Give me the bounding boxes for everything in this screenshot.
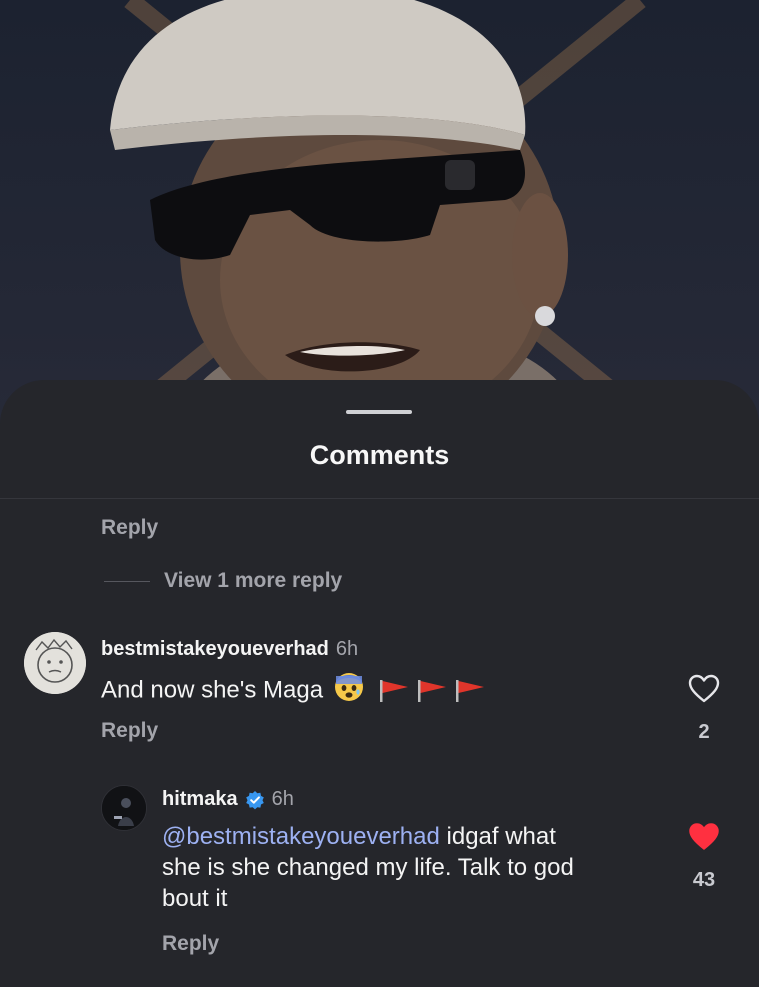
red-flag-icon [380,680,409,702]
sheet-title: Comments [309,440,450,470]
comment-author[interactable]: bestmistakeyoueverhad 6h [101,638,358,661]
sketch-face-avatar-icon [24,632,86,694]
red-flags [378,678,492,704]
view-more-replies-label: View 1 more reply [164,569,343,592]
username[interactable]: bestmistakeyoueverhad [101,638,329,661]
header-divider [0,498,759,499]
silhouette-avatar-icon [102,786,146,830]
sheet-drag-handle[interactable] [346,410,412,414]
comment-line: bout it [162,885,228,912]
verified-badge-icon [245,790,265,810]
like-column: 2 [674,674,734,744]
reels-comments-screen: Comments Reply View 1 more reply bestmis… [0,0,759,987]
video-background[interactable] [0,0,759,430]
timestamp: 6h [271,788,294,810]
comment-body: And now she's Maga [101,676,324,704]
avatar[interactable] [24,632,86,694]
red-flag-icon [418,680,447,702]
like-column: 43 [674,822,734,892]
heart-filled-icon[interactable] [688,822,720,852]
like-count: 43 [692,869,716,891]
reply-button[interactable]: Reply [162,932,219,956]
mention-link[interactable]: @bestmistakeyoueverhad [162,823,440,850]
timestamp: 6h [335,638,359,660]
avatar[interactable] [101,785,147,831]
reply-button[interactable]: Reply [101,719,158,743]
video-frame-illustration [104,0,666,430]
thread-line [104,580,150,582]
reply-button[interactable]: Reply [101,516,158,540]
username[interactable]: hitmaka [162,788,238,811]
red-flag-icon [456,680,485,702]
comment-text: And now she's Maga [101,672,492,710]
comment-author[interactable]: hitmaka 6h [162,788,294,811]
comment-text: @bestmistakeyoueverhad idgaf what she is… [162,821,662,914]
like-count: 2 [698,721,710,743]
view-more-replies-button[interactable]: View 1 more reply [104,568,342,594]
anxious-face-emoji-icon [334,672,364,710]
heart-outline-icon[interactable] [688,674,720,704]
comment-line: she is she changed my life. Talk to god [162,854,574,881]
comments-sheet: Comments Reply View 1 more reply bestmis… [0,380,759,987]
comment-body: idgaf what [439,823,556,850]
comment-line: @bestmistakeyoueverhad idgaf what [162,821,662,852]
